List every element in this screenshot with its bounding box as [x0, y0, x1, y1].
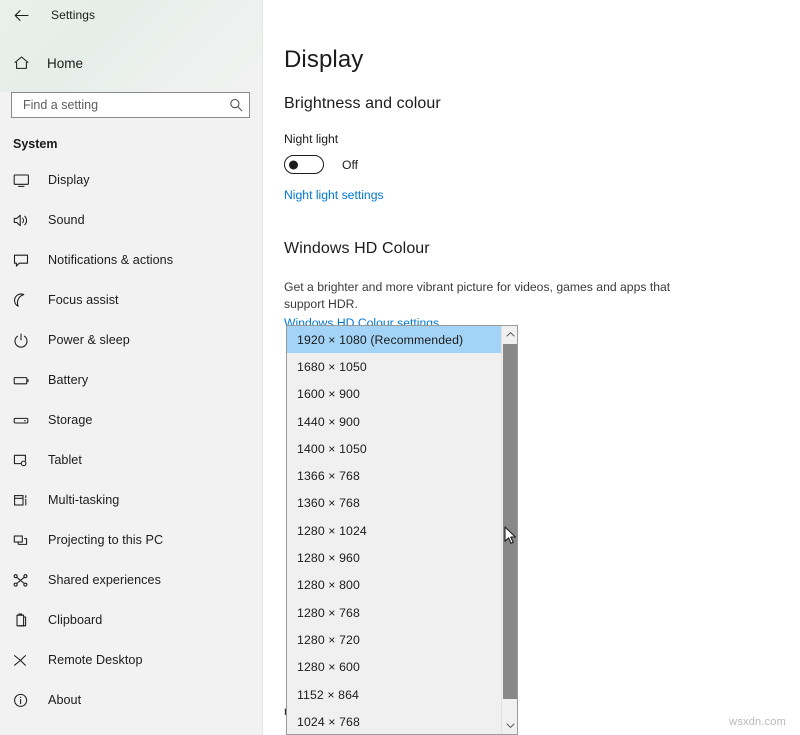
multitasking-icon [13, 493, 35, 508]
sidebar-label-clipboard: Clipboard [48, 613, 103, 627]
info-icon [13, 693, 35, 708]
sidebar-item-multitasking[interactable]: Multi-tasking [0, 480, 262, 520]
chevron-down-icon[interactable] [502, 717, 517, 734]
search-icon[interactable] [223, 98, 249, 112]
sidebar-label-about: About [48, 693, 82, 707]
list-item[interactable]: 1280 × 1024 [287, 517, 502, 544]
sidebar-label-notifications: Notifications & actions [48, 253, 174, 267]
page-title: Display [284, 46, 364, 73]
sidebar-label-focus-assist: Focus assist [48, 293, 119, 307]
list-item[interactable]: 1360 × 768 [287, 490, 502, 517]
sidebar-label-projecting: Projecting to this PC [48, 533, 164, 547]
battery-icon [13, 373, 35, 388]
sidebar-item-home[interactable]: Home [0, 46, 262, 80]
speaker-icon [13, 213, 35, 228]
sidebar-item-focus-assist[interactable]: Focus assist [0, 280, 262, 320]
sidebar-group-header: System [13, 137, 58, 151]
sidebar-item-remote-desktop[interactable]: Remote Desktop [0, 640, 262, 680]
sidebar-item-display[interactable]: Display [0, 160, 262, 200]
night-light-label: Night light [284, 132, 339, 146]
sidebar-item-shared-experiences[interactable]: Shared experiences [0, 560, 262, 600]
sidebar-item-about[interactable]: About [0, 680, 262, 720]
sidebar-label-tablet: Tablet [48, 453, 82, 467]
search-input[interactable] [12, 93, 223, 117]
tablet-icon [13, 453, 35, 468]
sidebar-item-projecting[interactable]: Projecting to this PC [0, 520, 262, 560]
title-bar: Settings [0, 0, 262, 30]
sidebar-label-multitasking: Multi-tasking [48, 493, 120, 507]
toggle-knob [289, 160, 298, 169]
window-title: Settings [51, 8, 96, 22]
shared-experiences-icon [13, 573, 35, 588]
moon-icon [13, 292, 35, 308]
watermark: wsxdn.com [729, 716, 786, 728]
chevron-up-icon[interactable] [502, 326, 517, 343]
night-light-state: Off [342, 157, 359, 172]
list-item[interactable]: 1280 × 720 [287, 626, 502, 653]
list-item[interactable]: 1024 × 768 [287, 708, 502, 734]
list-item[interactable]: 1400 × 1050 [287, 435, 502, 462]
sidebar-label-battery: Battery [48, 373, 89, 387]
sidebar-item-clipboard[interactable]: Clipboard [0, 600, 262, 640]
sidebar-label-sound: Sound [48, 213, 85, 227]
list-item[interactable]: 1366 × 768 [287, 462, 502, 489]
night-light-toggle-row: Off [284, 155, 358, 174]
list-item[interactable]: 1280 × 600 [287, 654, 502, 681]
sidebar-label-power-sleep: Power & sleep [48, 333, 130, 347]
remote-desktop-icon [13, 653, 35, 668]
power-icon [13, 332, 35, 348]
list-item[interactable]: 1680 × 1050 [287, 353, 502, 380]
storage-icon [13, 413, 35, 428]
sidebar-item-tablet[interactable]: Tablet [0, 440, 262, 480]
sidebar-item-notifications[interactable]: Notifications & actions [0, 240, 262, 280]
night-light-settings-link[interactable]: Night light settings [284, 188, 384, 202]
sidebar-item-power-sleep[interactable]: Power & sleep [0, 320, 262, 360]
search-container [11, 92, 250, 118]
list-item[interactable]: 1920 × 1080 (Recommended) [287, 326, 502, 354]
notification-icon [13, 253, 35, 268]
list-item[interactable]: 1600 × 900 [287, 381, 502, 408]
resolution-dropdown[interactable]: 1920 × 1080 (Recommended) 1680 × 1050 16… [286, 325, 518, 735]
sidebar: Settings Home Syste [0, 0, 263, 735]
hdr-section-title: Windows HD Colour [284, 240, 430, 257]
list-item[interactable]: 1280 × 800 [287, 572, 502, 599]
sidebar-label-remote-desktop: Remote Desktop [48, 653, 143, 667]
sidebar-home-label: Home [47, 55, 84, 71]
sidebar-item-storage[interactable]: Storage [0, 400, 262, 440]
resolution-option-list: 1920 × 1080 (Recommended) 1680 × 1050 16… [287, 326, 502, 734]
settings-window: Settings Home Syste [0, 0, 800, 735]
list-item[interactable]: 1280 × 768 [287, 599, 502, 626]
sidebar-label-storage: Storage [48, 413, 93, 427]
monitor-icon [13, 173, 35, 188]
sidebar-label-display: Display [48, 173, 90, 187]
hdr-description: Get a brighter and more vibrant picture … [284, 280, 671, 311]
home-icon [13, 55, 35, 71]
projecting-icon [13, 533, 35, 548]
brightness-section-title: Brightness and colour [284, 95, 441, 112]
list-item[interactable]: 1280 × 960 [287, 544, 502, 571]
sidebar-item-battery[interactable]: Battery [0, 360, 262, 400]
list-item[interactable]: 1440 × 900 [287, 408, 502, 435]
clipboard-icon [13, 612, 35, 628]
sidebar-item-sound[interactable]: Sound [0, 200, 262, 240]
scrollbar-thumb[interactable] [503, 344, 517, 699]
back-arrow-icon[interactable] [8, 3, 34, 27]
dropdown-scrollbar[interactable] [501, 326, 517, 734]
search-box[interactable] [11, 92, 250, 118]
list-item[interactable]: 1152 × 864 [287, 681, 502, 708]
night-light-toggle[interactable] [284, 155, 324, 174]
sidebar-nav-list: Display Sound Notifications & actions Fo… [0, 160, 262, 720]
sidebar-label-shared-experiences: Shared experiences [48, 573, 161, 587]
